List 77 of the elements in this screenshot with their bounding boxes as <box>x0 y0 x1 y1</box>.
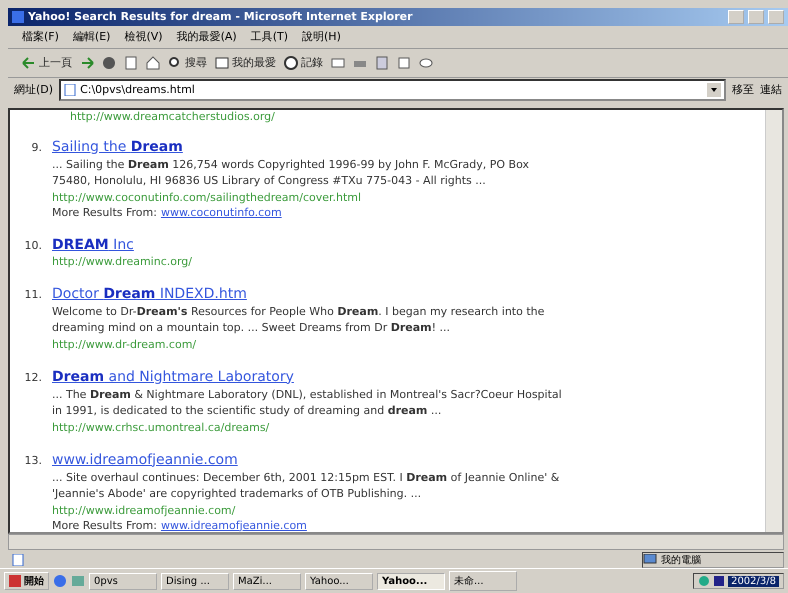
taskbar-button[interactable]: 未命... <box>449 571 517 592</box>
result-link[interactable]: DREAM Inc <box>52 236 134 252</box>
toolbar-label: 我的最愛 <box>232 55 276 70</box>
result-snippet: Welcome to Dr-Dream's Resources for People Who Dream. I began my research into the dreaming mind on a mountain top. ... Sweet Dreams from Dr Dream! ... <box>52 304 546 336</box>
quick-launch-icon[interactable] <box>53 574 67 588</box>
address-label: 網址(D) <box>14 82 54 98</box>
more-results-link[interactable]: www.coconutinfo.com <box>160 206 282 218</box>
toolbar-label: 上一頁 <box>39 55 72 70</box>
window-title: Yahoo! Search Results for dream - Microsoft Internet Explorer <box>28 10 414 24</box>
taskbar-button[interactable]: MaZi... <box>233 572 301 590</box>
more-results-label: More Results From: <box>52 206 157 218</box>
search-icon <box>168 56 182 70</box>
menu-item[interactable]: 我的最愛(A) <box>176 29 237 44</box>
toolbar-button[interactable] <box>397 56 411 70</box>
menu-item[interactable]: 檔案(F) <box>22 29 59 44</box>
links-label[interactable]: 連結 <box>760 82 782 98</box>
page-icon <box>397 56 411 70</box>
computer-icon <box>643 554 657 566</box>
toolbar-button[interactable]: 搜尋 <box>168 55 207 70</box>
horizontal-scrollbar[interactable] <box>8 534 784 550</box>
result-snippet: ... The Dream & Nightmare Laboratory (DNL), established in Montreal's Sacr?Coeur Hospital in 1991, is dedicated to the scientific study of dreaming and dream ... <box>52 386 562 418</box>
result-link[interactable]: Sailing the Dream <box>52 138 183 154</box>
tray-icon[interactable] <box>713 575 726 588</box>
address-field[interactable]: C:\0pvs\dreams.html <box>59 78 726 101</box>
status-zone: 我的電腦 <box>661 554 701 568</box>
toolbar-button[interactable] <box>102 56 116 70</box>
toolbar-button[interactable]: 記錄 <box>284 55 323 70</box>
page-icon <box>64 84 76 96</box>
result-number: 12. <box>24 370 42 386</box>
result-number: 13. <box>24 452 42 468</box>
more-results-label: More Results From: <box>52 518 157 532</box>
start-button[interactable]: 開始 <box>4 572 49 590</box>
page-icon <box>375 56 389 70</box>
toolbar-button[interactable]: 上一頁 <box>22 55 72 70</box>
result-url: http://www.dreaminc.org/ <box>52 254 192 268</box>
maximize-button[interactable] <box>748 10 764 24</box>
page-icon <box>12 554 24 566</box>
result-link[interactable]: Doctor Dream INDEXD.htm <box>52 286 247 302</box>
result-url: http://www.dr-dream.com/ <box>52 338 198 350</box>
toolbar-button[interactable] <box>124 56 138 70</box>
result-link[interactable]: Dream and Nightmare Laboratory <box>52 368 294 384</box>
vertical-scrollbar[interactable] <box>765 110 782 532</box>
menu-item[interactable]: 編輯(E) <box>72 29 110 44</box>
taskbar-button[interactable]: Yahoo... <box>305 572 373 590</box>
taskbar-button[interactable]: Dising ... <box>161 572 229 590</box>
menu-item[interactable]: 工具(T) <box>250 29 288 44</box>
circle-icon <box>102 56 116 70</box>
result-snippet: ... Site overhaul continues: December 6th, 2001 12:15pm EST. I Dream of Jeannie Online' & 'Jeannie's Abode' are copyrighted trademarks of OTB Publishing. ... <box>52 470 560 502</box>
result-url: http://www.crhsc.umontreal.ca/dreams/ <box>52 420 270 434</box>
toolbar-label: 記錄 <box>301 55 323 70</box>
toolbar-label: 搜尋 <box>185 55 207 70</box>
result-url: http://www.dreamcatcherstudios.org/ <box>70 110 276 122</box>
result-url: http://www.idreamofjeannie.com/ <box>52 504 236 516</box>
result-number: 9. <box>30 140 42 156</box>
minimize-button[interactable] <box>728 10 744 24</box>
taskbar-button[interactable]: Yahoo... <box>377 572 445 590</box>
menu-item[interactable]: 說明(H) <box>302 29 341 44</box>
result-link[interactable]: www.idreamofjeannie.com <box>52 452 238 468</box>
page-icon <box>124 56 138 70</box>
more-results-link[interactable]: www.idreamofjeannie.com <box>160 518 307 532</box>
toolbar-button[interactable] <box>375 56 389 70</box>
toolbar-button[interactable] <box>146 56 160 70</box>
clock: 2002/3/8 <box>728 576 779 587</box>
taskbar-button[interactable]: 0pvs <box>89 572 157 590</box>
result-number: 11. <box>24 286 42 302</box>
result-url: http://www.coconutinfo.com/sailingthedream/cover.html <box>52 190 362 204</box>
back-arrow-icon <box>22 56 36 70</box>
forward-arrow-icon <box>80 56 94 70</box>
quick-launch-icon[interactable] <box>71 574 85 588</box>
toolbar-button[interactable]: 我的最愛 <box>215 55 276 70</box>
house-icon <box>146 56 160 70</box>
result-snippet: ... Sailing the Dream 126,754 words Copyrighted 1996-99 by John F. McGrady, PO Box 75480, Honolulu, HI 96836 US Library of Congress #TXu 775-043 - All rights ... <box>52 156 530 188</box>
circle-icon <box>284 56 298 70</box>
close-button[interactable] <box>768 10 784 24</box>
go-button[interactable]: 移至 <box>732 82 754 98</box>
result-number: 10. <box>24 238 42 254</box>
menu-item[interactable]: 檢視(V) <box>124 29 163 44</box>
